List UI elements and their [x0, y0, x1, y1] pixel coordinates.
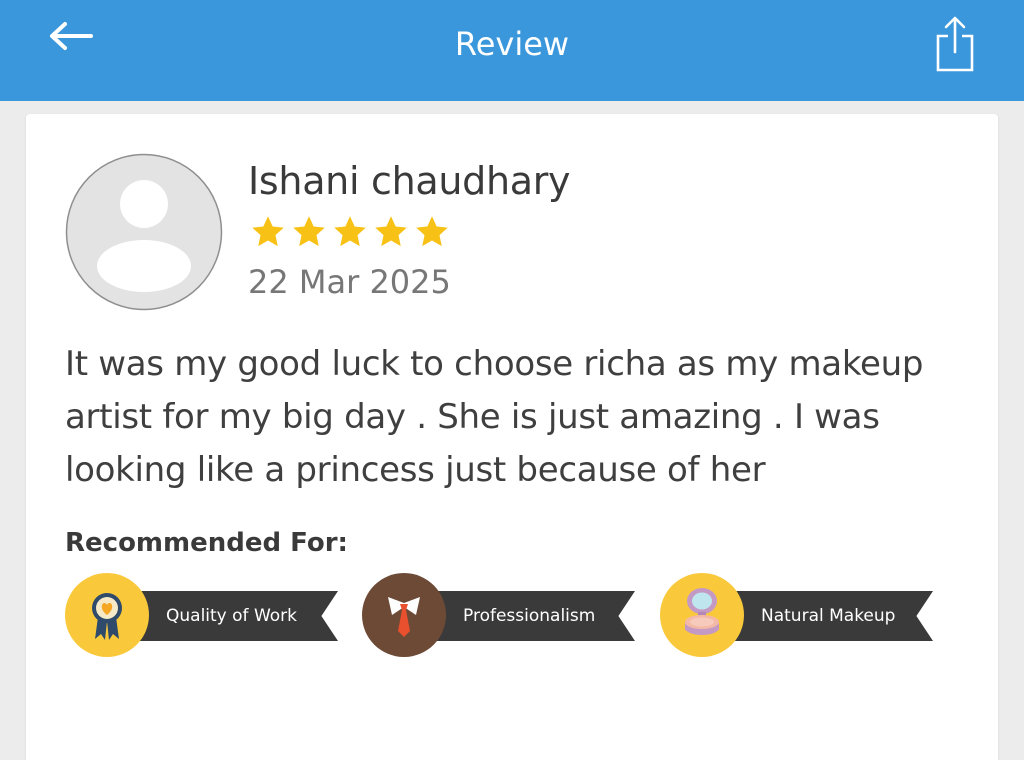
- star-icon: [252, 216, 284, 247]
- star-icon: [375, 216, 407, 247]
- recommended-badge-professionalism: Professionalism: [362, 573, 652, 657]
- review-text: It was my good luck to choose richa as m…: [65, 344, 924, 490]
- shirt-tie-icon: [362, 573, 446, 657]
- star-icon: [293, 216, 325, 247]
- reviewer-name: Ishani chaudhary: [248, 159, 571, 203]
- review-card: Ishani chaudhary 22 Mar 2025 It was my g…: [26, 114, 998, 760]
- compact-mirror-icon: [660, 573, 744, 657]
- app-header: Review: [0, 0, 1024, 101]
- badge-label: Quality of Work: [166, 606, 297, 626]
- star-icon: [334, 216, 366, 247]
- recommended-badge-natural-makeup: Natural Makeup: [660, 573, 950, 657]
- recommended-title: Recommended For:: [65, 528, 348, 558]
- badge-label: Natural Makeup: [761, 606, 896, 626]
- recommended-badge-quality-of-work: Quality of Work: [65, 573, 355, 657]
- star-rating: [250, 214, 450, 250]
- share-icon: [936, 16, 974, 72]
- page-title: Review: [454, 25, 570, 63]
- star-icon: [416, 216, 448, 247]
- review-date: 22 Mar 2025: [248, 263, 451, 301]
- badge-label: Professionalism: [463, 606, 596, 626]
- award-ribbon-icon: [65, 573, 149, 657]
- avatar: [65, 153, 223, 311]
- share-button[interactable]: [926, 12, 984, 74]
